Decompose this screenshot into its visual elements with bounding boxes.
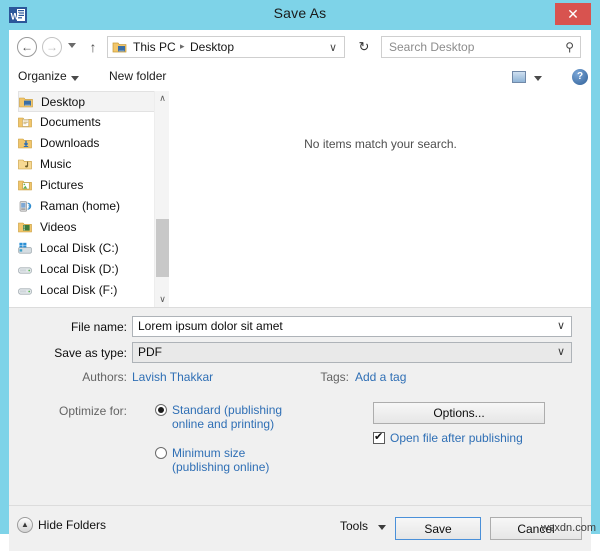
save-as-type-select[interactable]: PDF ∨ [132,342,572,363]
title-bar: W Save As ✕ [0,0,600,30]
tree-item-local-disk-d[interactable]: Local Disk (D:) [18,259,163,280]
tree-scrollbar[interactable]: ∧ ∨ [154,91,169,307]
preview-pane-icon[interactable] [512,71,526,83]
tools-caret-icon[interactable] [378,525,386,530]
breadcrumb-this-pc[interactable]: This PC [133,40,176,54]
file-name-input[interactable]: Lorem ipsum dolor sit amet ∨ [132,316,572,337]
tree-item-pictures[interactable]: Pictures [18,175,163,196]
radio-minimum-size[interactable] [155,447,167,459]
close-button[interactable]: ✕ [555,3,591,25]
tree-item-label: Local Disk (F:) [40,283,118,297]
options-button[interactable]: Options... [373,402,545,424]
address-dropdown-icon[interactable]: ∨ [329,41,337,54]
file-list[interactable]: No items match your search. [170,91,591,307]
tools-button[interactable]: Tools [340,519,368,533]
tree-item-desktop[interactable]: Desktop [18,91,163,112]
scrollbar-thumb[interactable] [156,219,169,277]
radio-minimum-size-label[interactable]: Minimum size (publishing online) [172,446,332,474]
breadcrumb-desktop[interactable]: Desktop [190,40,234,54]
save-options-pane: File name: Lorem ipsum dolor sit amet ∨ … [9,307,591,506]
tree-item-label: Documents [40,115,101,129]
radio-minimum-line1: Minimum size [172,446,246,460]
tree-item-label: Music [40,157,72,171]
recent-locations-icon[interactable] [68,43,76,48]
tree-item-label: Pictures [40,178,84,192]
file-name-value: Lorem ipsum dolor sit amet [138,319,283,333]
radio-standard[interactable] [155,404,167,416]
open-after-publishing-label[interactable]: Open file after publishing [390,431,523,445]
radio-standard-line2: online and printing) [172,417,275,431]
explorer-body: ← → ↑ This PC ▸ Desktop ∨ ↻ Search Deskt… [9,30,591,551]
tree-item-label: Raman (home) [40,199,121,213]
save-as-type-label: Save as type: [54,346,127,360]
command-toolbar: Organize New folder ? [9,64,591,92]
navigation-tree: Desktop Documents Downloads Music Pictures Ra… [18,91,163,307]
address-bar[interactable]: This PC ▸ Desktop ∨ [107,36,345,58]
save-as-dialog: W Save As ✕ ← → ↑ This PC ▸ Desktop ∨ ↻ … [0,0,600,551]
search-icon: ⚲ [565,40,574,54]
hide-folders-icon[interactable]: ▲ [17,517,33,533]
videos-folder-icon [18,221,32,234]
new-folder-button[interactable]: New folder [109,69,166,83]
tree-item-label: Desktop [41,95,86,109]
tree-item-videos[interactable]: Videos [18,217,163,238]
scroll-down-icon[interactable]: ∨ [155,292,170,307]
tree-item-label: Videos [40,220,77,234]
tree-item-label: Downloads [40,136,100,150]
tree-item-label: Local Disk (D:) [40,262,119,276]
save-as-type-caret-icon[interactable]: ∨ [557,345,565,358]
tree-item-local-disk-f[interactable]: Local Disk (F:) [18,280,163,301]
organize-caret-icon[interactable] [71,76,79,81]
content-area: Desktop Documents Downloads Music Pictures Ra… [9,91,591,307]
search-box[interactable]: Search Desktop ⚲ [381,36,581,58]
desktop-folder-icon [19,96,33,109]
drive-icon [18,263,32,276]
optimize-for-label: Optimize for: [58,404,127,418]
save-button[interactable]: Save [395,517,481,540]
authors-label: Authors: [82,370,127,384]
tree-item-raman-home[interactable]: Raman (home) [18,196,163,217]
view-caret-icon[interactable] [534,76,542,81]
tree-item-downloads[interactable]: Downloads [18,133,163,154]
tags-label: Tags: [320,370,349,384]
search-input[interactable]: Search Desktop [389,40,474,54]
documents-folder-icon [18,116,32,129]
tree-item-music[interactable]: Music [18,154,163,175]
authors-value[interactable]: Lavish Thakkar [132,370,213,384]
dialog-footer: ▲ Hide Folders Tools Save Cancel [9,505,591,551]
downloads-folder-icon [18,137,32,150]
folder-icon [112,40,127,55]
file-name-label: File name: [70,320,127,334]
tree-item-documents[interactable]: Documents [18,112,163,133]
music-folder-icon [18,158,32,171]
organize-button[interactable]: Organize [18,69,67,83]
radio-standard-label[interactable]: Standard (publishing online and printing… [172,403,332,431]
pictures-folder-icon [18,179,32,192]
watermark: wsxdn.com [540,522,596,534]
back-button[interactable]: ← [17,37,37,57]
scroll-up-icon[interactable]: ∧ [155,91,170,106]
tree-item-local-disk-c[interactable]: Local Disk (C:) [18,238,163,259]
hide-folders-button[interactable]: Hide Folders [38,518,106,532]
forward-button[interactable]: → [42,37,62,57]
radio-minimum-line2: (publishing online) [172,460,270,474]
tags-value[interactable]: Add a tag [355,370,406,384]
refresh-button[interactable]: ↻ [355,37,373,57]
radio-standard-line1: Standard (publishing [172,403,283,417]
homegroup-icon [18,200,32,213]
up-button[interactable]: ↑ [85,38,101,56]
help-icon[interactable]: ? [572,69,588,85]
window-title: Save As [273,5,327,21]
open-after-publishing-checkbox[interactable] [373,430,385,444]
system-drive-icon [18,242,32,255]
drive-icon [18,284,32,297]
save-as-type-value: PDF [138,345,162,359]
tree-item-label: Local Disk (C:) [40,241,119,255]
empty-message: No items match your search. [304,137,457,151]
file-name-caret-icon[interactable]: ∨ [557,319,565,332]
navigation-bar: ← → ↑ This PC ▸ Desktop ∨ ↻ Search Deskt… [9,30,591,64]
breadcrumb-separator: ▸ [180,41,185,51]
